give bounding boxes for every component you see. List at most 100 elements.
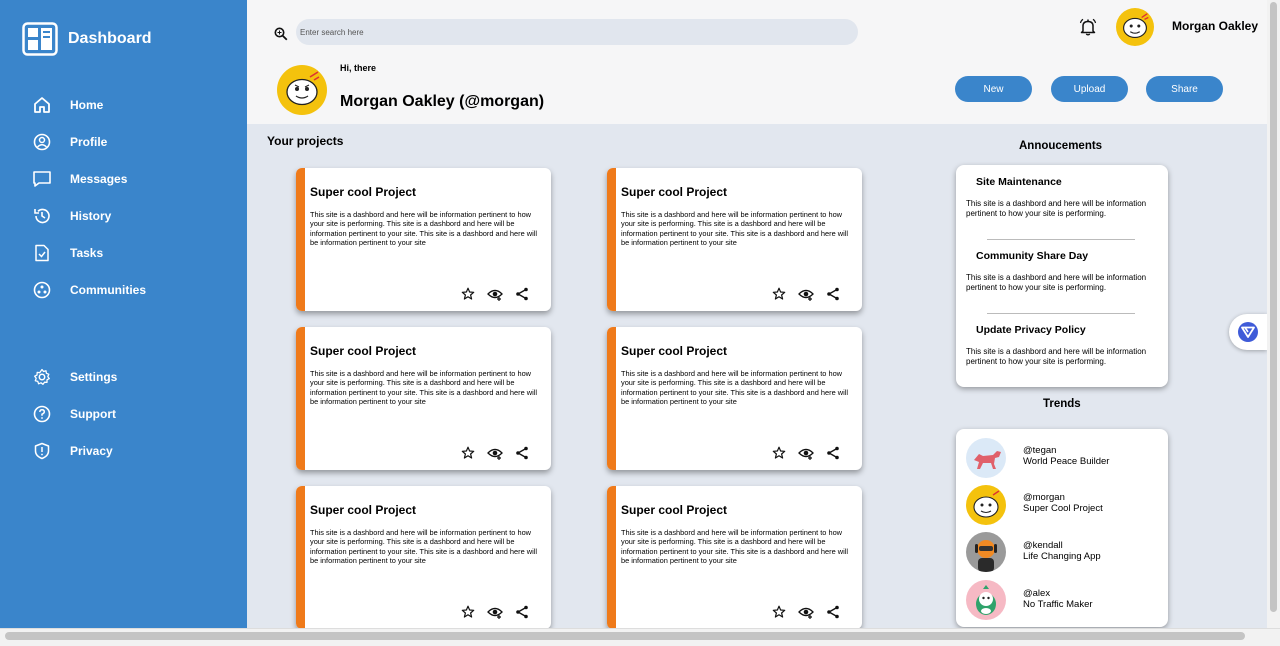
sidebar: Dashboard Home Profile Messages History … — [0, 0, 247, 628]
project-card[interactable]: Super cool Project This site is a dashbor… — [296, 168, 551, 311]
sidebar-item-support[interactable]: Support — [32, 404, 116, 424]
profile-avatar — [277, 65, 327, 115]
card-accent-bar — [296, 486, 305, 629]
star-icon[interactable] — [771, 286, 787, 302]
trend-project: No Traffic Maker — [1023, 599, 1093, 610]
sidebar-item-label: Privacy — [70, 444, 113, 458]
card-accent-bar — [607, 327, 616, 470]
watch-icon[interactable] — [487, 286, 503, 302]
project-card[interactable]: Super cool Project This site is a dashbor… — [607, 327, 862, 470]
watch-icon[interactable] — [487, 604, 503, 620]
share-icon[interactable] — [825, 604, 841, 620]
announcement-title[interactable]: Community Share Day — [976, 250, 1088, 262]
watch-icon[interactable] — [798, 445, 814, 461]
upload-button[interactable]: Upload — [1051, 76, 1128, 102]
home-icon — [32, 95, 52, 115]
project-card[interactable]: Super cool Project This site is a dashbor… — [607, 486, 862, 629]
announcement-title[interactable]: Update Privacy Policy — [976, 324, 1086, 336]
star-icon[interactable] — [771, 445, 787, 461]
extension-button[interactable] — [1229, 314, 1267, 350]
sidebar-item-privacy[interactable]: Privacy — [32, 441, 113, 461]
sidebar-item-label: Support — [70, 407, 116, 421]
sidebar-item-label: Home — [70, 98, 104, 112]
project-card[interactable]: Super cool Project This site is a dashbor… — [607, 168, 862, 311]
avatar[interactable] — [966, 532, 1006, 572]
help-icon — [32, 404, 52, 424]
scrollbar-thumb[interactable] — [1270, 2, 1277, 612]
messages-icon — [32, 169, 52, 189]
share-icon[interactable] — [514, 445, 530, 461]
tasks-icon — [32, 243, 52, 263]
search-icon — [274, 27, 288, 41]
card-accent-bar — [607, 486, 616, 629]
page-title: Morgan Oakley (@morgan) — [340, 93, 545, 110]
bell-icon[interactable] — [1078, 17, 1098, 37]
brand-title: Dashboard — [68, 30, 152, 47]
card-title: Super cool Project — [621, 185, 728, 199]
trend-project: World Peace Builder — [1023, 456, 1110, 467]
history-icon — [32, 206, 52, 226]
sidebar-item-tasks[interactable]: Tasks — [32, 243, 103, 263]
project-card[interactable]: Super cool Project This site is a dashbor… — [296, 486, 551, 629]
card-title: Super cool Project — [621, 503, 728, 517]
new-button[interactable]: New — [955, 76, 1032, 102]
scrollbar-thumb[interactable] — [5, 632, 1245, 640]
share-icon[interactable] — [514, 604, 530, 620]
share-button[interactable]: Share — [1146, 76, 1223, 102]
user-name[interactable]: Morgan Oakley — [1172, 19, 1258, 33]
card-title: Super cool Project — [310, 503, 417, 517]
card-description: This site is a dashbord and here will be… — [621, 210, 849, 248]
trend-handle[interactable]: @tegan — [1023, 445, 1056, 456]
card-description: This site is a dashbord and here will be… — [310, 369, 538, 407]
horizontal-scrollbar[interactable] — [0, 628, 1280, 646]
sidebar-item-messages[interactable]: Messages — [32, 169, 127, 189]
trend-handle[interactable]: @kendall — [1023, 540, 1063, 551]
communities-icon — [32, 280, 52, 300]
avatar[interactable] — [966, 485, 1006, 525]
sidebar-item-settings[interactable]: Settings — [32, 367, 117, 387]
share-icon[interactable] — [825, 445, 841, 461]
avatar[interactable] — [966, 580, 1006, 620]
trends-panel: @tegan World Peace Builder @morgan Super… — [956, 429, 1168, 627]
sidebar-item-history[interactable]: History — [32, 206, 111, 226]
projects-title: Your projects — [267, 134, 344, 148]
announcement-desc: This site is a dashbord and here will be… — [966, 347, 1147, 366]
character-icon — [976, 585, 996, 615]
card-actions — [771, 286, 841, 302]
card-title: Super cool Project — [621, 344, 728, 358]
sidebar-item-label: History — [70, 209, 112, 223]
sidebar-item-home[interactable]: Home — [32, 95, 103, 115]
shield-icon — [32, 441, 52, 461]
card-actions — [460, 445, 530, 461]
announcements-panel: Site Maintenance This site is a dashbord… — [956, 165, 1168, 387]
project-card[interactable]: Super cool Project This site is a dashbor… — [296, 327, 551, 470]
announcement-title[interactable]: Site Maintenance — [976, 176, 1062, 188]
star-icon[interactable] — [771, 604, 787, 620]
avatar[interactable] — [966, 438, 1006, 478]
trend-project: Super Cool Project — [1023, 503, 1103, 514]
sidebar-item-label: Tasks — [70, 246, 104, 260]
sidebar-item-label: Settings — [70, 370, 118, 384]
trend-handle[interactable]: @morgan — [1023, 492, 1065, 503]
announcement-desc: This site is a dashbord and here will be… — [966, 273, 1147, 292]
search-input[interactable] — [296, 19, 858, 45]
share-icon[interactable] — [514, 286, 530, 302]
star-icon[interactable] — [460, 286, 476, 302]
star-icon[interactable] — [460, 604, 476, 620]
watch-icon[interactable] — [798, 604, 814, 620]
brand[interactable]: Dashboard — [22, 22, 152, 56]
sidebar-item-communities[interactable]: Communities — [32, 280, 146, 300]
avatar[interactable] — [1116, 8, 1154, 46]
dog-icon — [974, 451, 1001, 469]
star-icon[interactable] — [460, 445, 476, 461]
trend-handle[interactable]: @alex — [1023, 588, 1050, 599]
vertical-scrollbar[interactable] — [1267, 0, 1280, 628]
watch-icon[interactable] — [798, 286, 814, 302]
sidebar-item-profile[interactable]: Profile — [32, 132, 107, 152]
card-actions — [771, 445, 841, 461]
announcements-title: Annoucements — [1019, 140, 1103, 152]
share-icon[interactable] — [825, 286, 841, 302]
card-accent-bar — [296, 327, 305, 470]
watch-icon[interactable] — [487, 445, 503, 461]
card-accent-bar — [607, 168, 616, 311]
